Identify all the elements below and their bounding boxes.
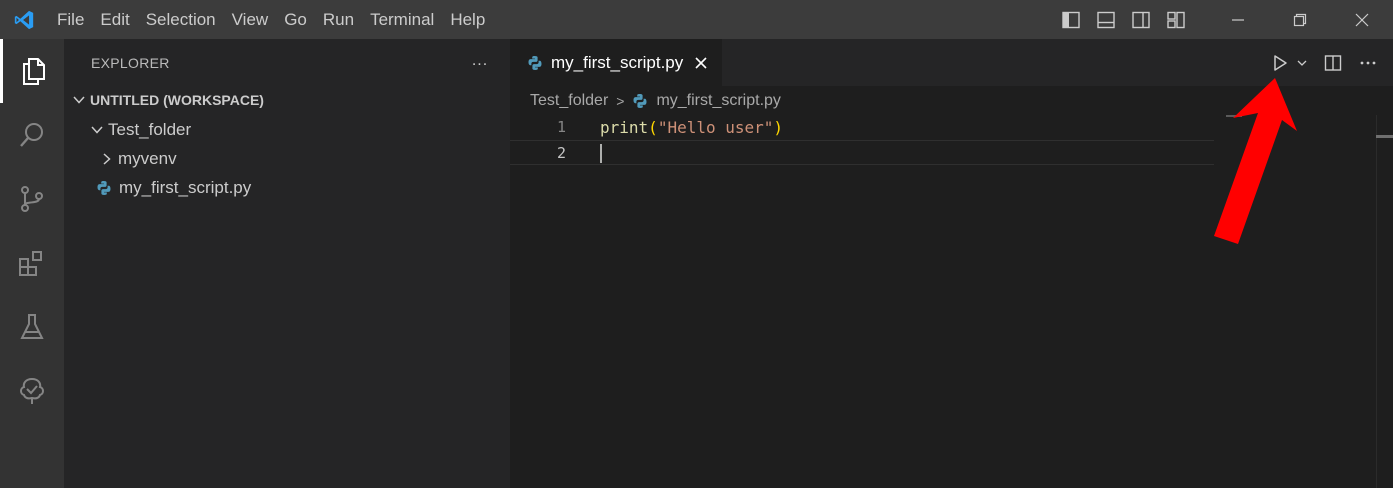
token-string: "Hello user"	[657, 118, 774, 137]
restore-icon[interactable]	[1269, 0, 1331, 39]
remote-tree-icon[interactable]	[0, 359, 64, 423]
code-line-1[interactable]: 1 print("Hello user")	[510, 115, 1214, 140]
explorer-icon[interactable]	[0, 39, 64, 103]
file-label: my_first_script.py	[119, 178, 252, 197]
token-paren-open: (	[648, 118, 658, 137]
customize-layout-icon[interactable]	[1158, 0, 1193, 39]
text-cursor	[600, 144, 602, 163]
tab-label: my_first_script.py	[551, 52, 684, 72]
chevron-down-icon	[70, 91, 88, 109]
more-actions-icon[interactable]: ...	[468, 49, 492, 73]
menu-help[interactable]: Help	[442, 0, 493, 39]
breadcrumb-separator: >	[616, 93, 625, 109]
title-bar: File Edit Selection View Go Run Terminal…	[0, 0, 1393, 39]
toggle-secondary-sidebar-icon[interactable]	[1123, 0, 1158, 39]
toggle-panel-icon[interactable]	[1088, 0, 1123, 39]
close-icon[interactable]	[1331, 0, 1393, 39]
subfolder-row[interactable]: myvenv	[64, 145, 544, 173]
workspace-row[interactable]: UNTITLED (WORKSPACE)	[64, 86, 516, 114]
sidebar-more-label: ...	[471, 52, 489, 69]
python-file-icon	[632, 93, 648, 109]
menu-file[interactable]: File	[48, 0, 92, 39]
chevron-down-icon	[88, 121, 106, 139]
sidebar-title: EXPLORER	[91, 55, 170, 71]
menu-selection[interactable]: Selection	[138, 0, 224, 39]
menu-run[interactable]: Run	[315, 0, 362, 39]
token-paren-close: )	[773, 118, 784, 137]
more-actions-icon[interactable]	[1353, 51, 1383, 75]
breadcrumb-folder[interactable]: Test_folder	[530, 92, 608, 110]
folder-label: Test_folder	[108, 120, 192, 139]
split-editor-icon[interactable]	[1313, 51, 1353, 75]
line-number: 2	[556, 144, 566, 162]
menu-terminal[interactable]: Terminal	[362, 0, 442, 39]
workspace-label: UNTITLED (WORKSPACE)	[90, 92, 264, 108]
tab-my-first-script[interactable]: my_first_script.py	[510, 39, 722, 86]
activity-bar	[0, 39, 64, 488]
red-arrow-annotation	[1214, 78, 1297, 244]
extensions-icon[interactable]	[0, 231, 64, 295]
token-function: print	[600, 118, 649, 137]
menu-go[interactable]: Go	[276, 0, 315, 39]
python-file-icon	[95, 179, 113, 197]
menu-bar: File Edit Selection View Go Run Terminal…	[48, 0, 493, 39]
scrollbar-thumb[interactable]	[1376, 135, 1393, 138]
minimize-icon[interactable]	[1207, 0, 1269, 39]
subfolder-label: myvenv	[118, 149, 177, 168]
tab-close-icon[interactable]	[691, 53, 711, 73]
title-actions	[1053, 0, 1393, 39]
vertical-scrollbar[interactable]	[1376, 115, 1393, 488]
line-number: 1	[556, 118, 566, 136]
folder-row[interactable]: Test_folder	[64, 116, 534, 144]
menu-edit[interactable]: Edit	[92, 0, 137, 39]
python-file-icon	[527, 55, 543, 71]
file-row[interactable]: my_first_script.py	[64, 174, 541, 202]
code-text: print("Hello user")	[600, 115, 783, 140]
source-control-icon[interactable]	[0, 167, 64, 231]
breadcrumb-file[interactable]: my_first_script.py	[656, 92, 780, 110]
breadcrumb: Test_folder > my_first_script.py	[530, 90, 781, 112]
vscode-logo-icon[interactable]	[0, 0, 48, 39]
code-line-2[interactable]: 2	[510, 140, 1214, 165]
chevron-right-icon	[98, 150, 116, 168]
explorer-sidebar: EXPLORER ... UNTITLED (WORKSPACE) Test_f…	[64, 39, 510, 488]
testing-icon[interactable]	[0, 295, 64, 359]
menu-view[interactable]: View	[224, 0, 277, 39]
search-icon[interactable]	[0, 103, 64, 167]
toggle-primary-sidebar-icon[interactable]	[1053, 0, 1088, 39]
